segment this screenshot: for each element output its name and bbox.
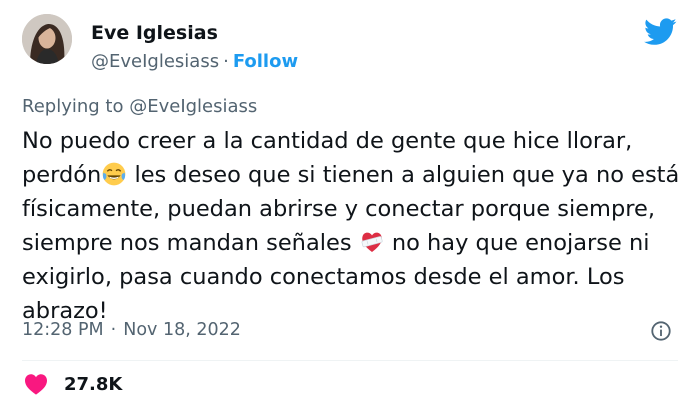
mending-heart-icon [361,232,383,252]
tweet-date: Nov 18, 2022 [123,320,241,340]
handle-separator: · [223,51,229,72]
tweet-time: 12:28 PM [22,320,104,340]
reply-mention-link[interactable]: @EveIglesiass [129,96,257,117]
divider [22,360,678,361]
author-handle-row: @EveIglesiass · Follow [91,51,298,72]
replying-to: Replying to @EveIglesiass [22,96,257,117]
like-count: 27.8K [64,373,123,395]
timestamp-separator: · [110,320,117,340]
avatar-image [22,14,72,64]
author-handle[interactable]: @EveIglesiass [91,51,219,72]
tweet-timestamp[interactable]: 12:28 PM · Nov 18, 2022 [22,320,241,340]
like-button[interactable]: 27.8K [24,372,122,396]
tweet-text: No puedo creer a la cantidad de gente qu… [22,124,682,328]
replying-prefix: Replying to [22,96,124,117]
twitter-bird-icon[interactable] [644,18,677,46]
info-icon[interactable] [650,320,672,342]
face-with-tears-of-joy-icon [102,162,126,186]
follow-button[interactable]: Follow [233,51,298,72]
avatar[interactable] [22,14,72,64]
heart-icon [25,374,47,395]
author-name[interactable]: Eve Iglesias [91,22,218,44]
